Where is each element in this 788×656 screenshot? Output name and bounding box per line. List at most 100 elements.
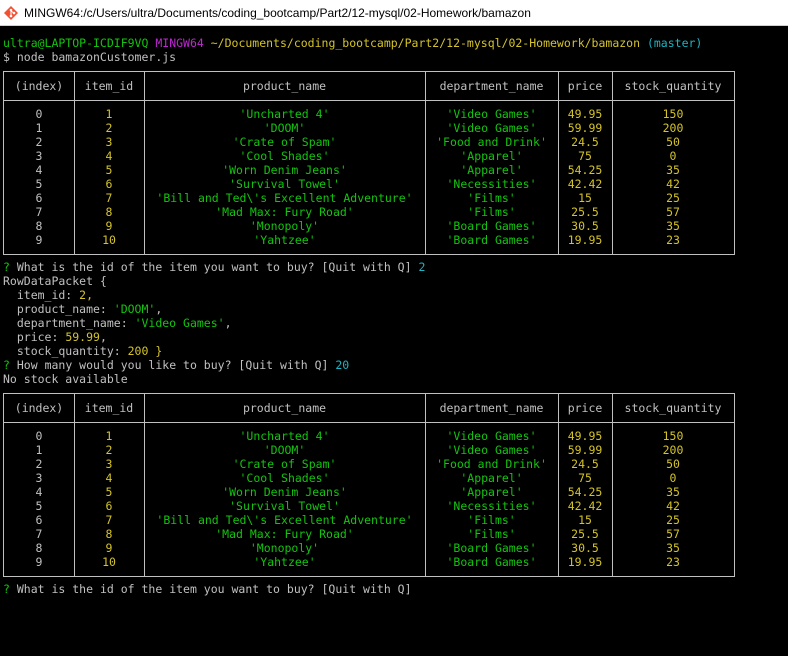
table-cell-product-name: 'Monopoly' [249,541,320,555]
question-mark: ? [3,260,10,274]
table-cell-product-name: 'DOOM' [263,121,306,135]
column-header-index: (index) [14,79,64,93]
table-cell-stock-quantity: 57 [666,205,680,219]
table-cell-department-name: 'Apparel' [460,149,523,163]
git-bash-icon [3,5,19,21]
table-cell-price: 25.5 [571,205,599,219]
table-cell-item-id: 2 [105,443,113,457]
table-cell-item-id: 4 [105,149,113,163]
table-cell-item-id: 4 [105,471,113,485]
table-cell-department-name: 'Apparel' [460,163,523,177]
table-cell-department-name: 'Films' [467,191,516,205]
row-comma: , [155,302,163,316]
prompt-line: ultra@LAPTOP-ICDIF9VQ MINGW64 ~/Document… [3,36,702,50]
prompt-user-host: ultra@LAPTOP-ICDIF9VQ [3,36,149,50]
table-cell-stock-quantity: 50 [666,457,680,471]
table-cell-department-name: 'Necessities' [446,177,537,191]
table-cell-price: 54.25 [567,163,603,177]
row-department-name: department_name: 'Video Games', [3,316,232,330]
row-comma: , [224,316,232,330]
table-cell-price: 24.5 [571,135,599,149]
table-cell-item-id: 5 [105,485,113,499]
table-cell-index: 6 [35,191,43,205]
table-cell-index: 4 [35,163,43,177]
table-cell-index: 0 [35,429,43,443]
table-cell-stock-quantity: 23 [666,555,680,569]
table-cell-stock-quantity: 35 [666,485,680,499]
table-cell-index: 2 [35,135,43,149]
row-stock-key: stock_quantity: [3,344,128,358]
table-cell-price: 24.5 [571,457,599,471]
table-cell-stock-quantity: 23 [666,233,680,247]
column-header-price: price [567,401,603,415]
table-cell-index: 4 [35,485,43,499]
table-cell-stock-quantity: 35 [666,163,680,177]
column-header-index: (index) [14,401,64,415]
table-cell-price: 15 [578,191,592,205]
table-cell-stock-quantity: 0 [669,471,677,485]
row-product-name-value: 'DOOM' [113,302,156,316]
table-cell-department-name: 'Food and Drink' [436,457,547,471]
table-cell-item-id: 3 [105,135,113,149]
table-cell-index: 7 [35,205,43,219]
row-department-name-key: department_name: [3,316,135,330]
table-cell-product-name: 'Yahtzee' [253,555,316,569]
row-price-value: 59.99 [65,330,100,344]
table-cell-price: 30.5 [571,541,599,555]
table-cell-department-name: 'Board Games' [446,555,537,569]
table-cell-department-name: 'Films' [467,527,516,541]
table-cell-stock-quantity: 35 [666,541,680,555]
table-cell-index: 8 [35,541,43,555]
table-cell-stock-quantity: 200 [662,443,684,457]
table-cell-product-name: 'DOOM' [263,443,306,457]
column-header-item-id: item_id [84,79,134,93]
window-titlebar[interactable]: MINGW64:/c/Users/ultra/Documents/coding_… [0,0,788,26]
table-cell-item-id: 10 [102,555,116,569]
terminal-area[interactable]: ultra@LAPTOP-ICDIF9VQ MINGW64 ~/Document… [0,26,788,656]
table-cell-department-name: 'Video Games' [446,121,537,135]
table-cell-product-name: 'Cool Shades' [239,471,330,485]
question-item-id: ? What is the id of the item you want to… [3,260,425,274]
table-cell-index: 1 [35,121,43,135]
column-header-product-name: product_name [242,401,327,415]
table-cell-price: 15 [578,513,592,527]
command-line: $ node bamazonCustomer.js [3,50,177,64]
table-cell-department-name: 'Video Games' [446,429,537,443]
row-price: price: 59.99, [3,330,107,344]
table-cell-department-name: 'Food and Drink' [436,135,547,149]
prompt-path: ~/Documents/coding_bootcamp/Part2/12-mys… [210,36,641,50]
prompt-shell: MINGW64 [155,36,204,50]
table-cell-price: 19.95 [567,233,603,247]
table-cell-stock-quantity: 42 [666,499,680,513]
column-header-price: price [567,79,603,93]
question-item-id: ? What is the id of the item you want to… [3,582,412,596]
table-cell-stock-quantity: 57 [666,527,680,541]
table-cell-department-name: 'Board Games' [446,233,537,247]
table-cell-department-name: 'Board Games' [446,219,537,233]
table-cell-product-name: 'Survival Towel' [229,499,340,513]
row-department-name-value: 'Video Games' [134,316,225,330]
table-cell-price: 59.99 [567,443,603,457]
row-stock-quantity: stock_quantity: 200 } [3,344,162,358]
table-header-divider [4,422,734,423]
table-cell-price: 49.95 [567,107,603,121]
table-cell-product-name: 'Worn Denim Jeans' [222,163,347,177]
table-cell-product-name: 'Mad Max: Fury Road' [215,527,354,541]
table-cell-price: 59.99 [567,121,603,135]
column-header-stock-quantity: stock_quantity [624,401,722,415]
table-cell-product-name: 'Uncharted 4' [239,429,330,443]
row-product-name: product_name: 'DOOM', [3,302,162,316]
table-cell-index: 3 [35,149,43,163]
table-cell-item-id: 8 [105,205,113,219]
table-cell-department-name: 'Necessities' [446,499,537,513]
prompt-branch: (master) [646,36,703,50]
column-header-department-name: department_name [439,79,544,93]
table-cell-item-id: 6 [105,177,113,191]
table-cell-price: 75 [578,149,592,163]
question-quantity: ? How many would you like to buy? [Quit … [3,358,349,372]
table-cell-stock-quantity: 42 [666,177,680,191]
table-cell-item-id: 1 [105,107,113,121]
answer-item-id: 2 [418,260,426,274]
table-cell-stock-quantity: 150 [662,429,684,443]
table-cell-index: 0 [35,107,43,121]
